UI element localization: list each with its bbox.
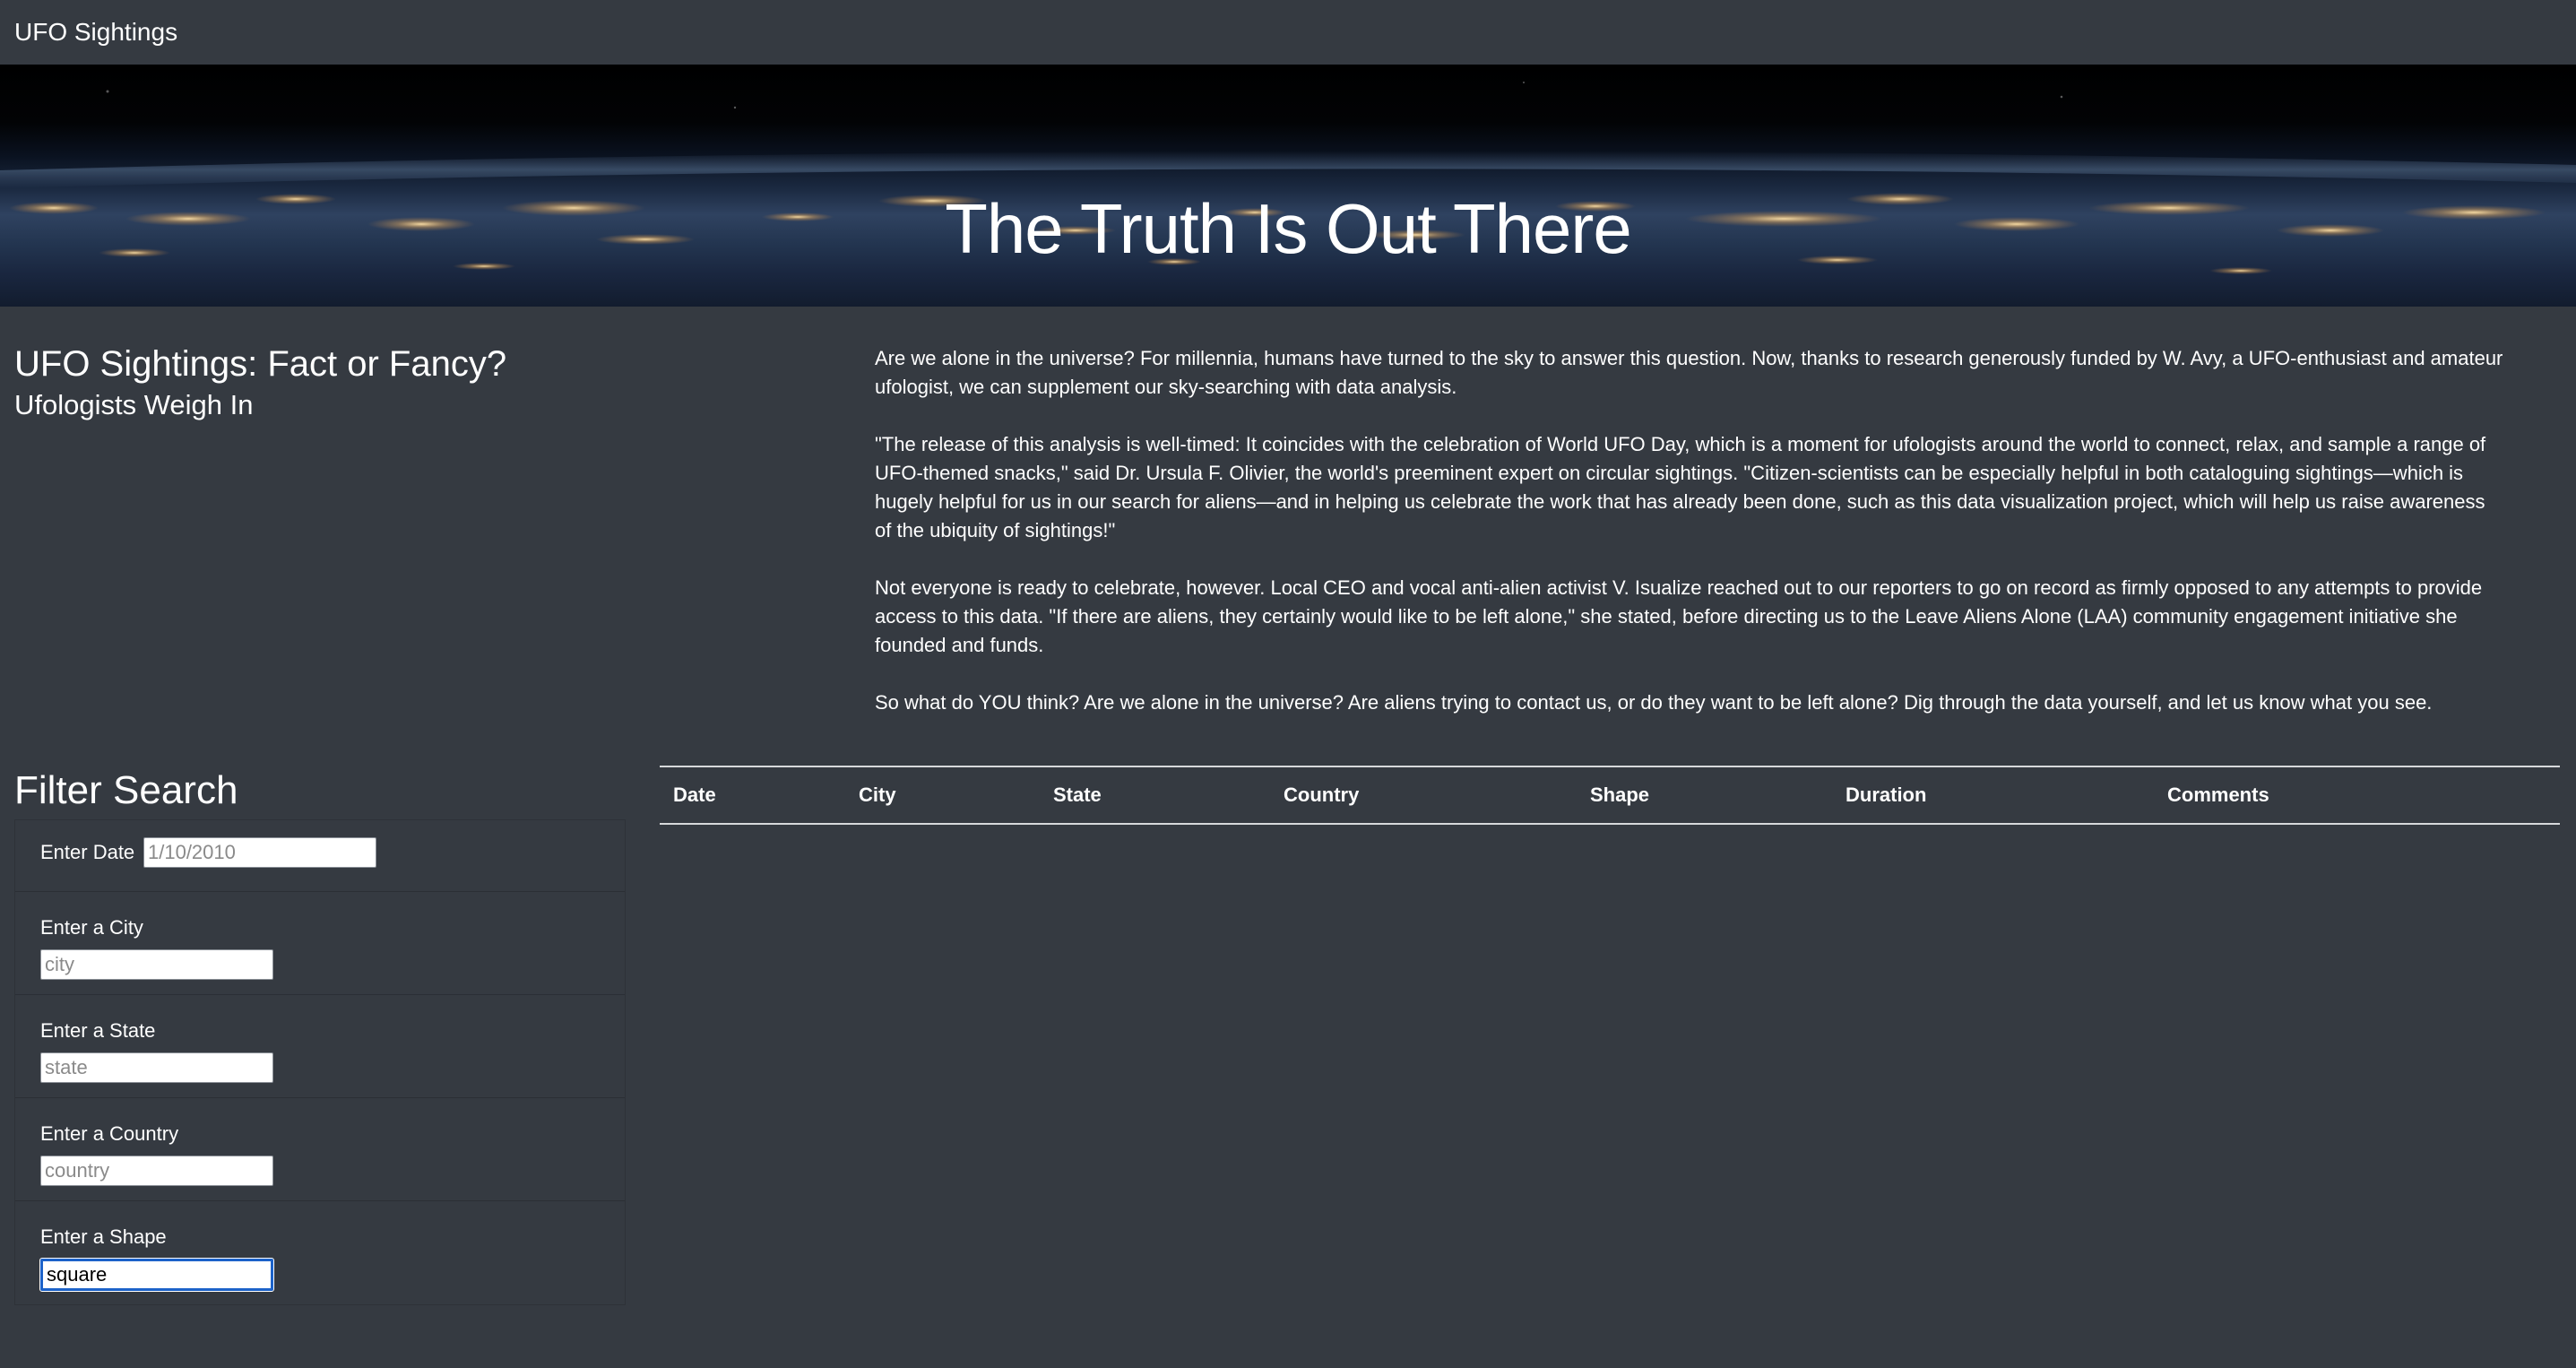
date-input[interactable] (143, 837, 376, 868)
column-header-state: State (1040, 766, 1270, 825)
brand-link[interactable]: UFO Sightings (14, 16, 177, 48)
column-header-date: Date (660, 766, 845, 825)
navbar: UFO Sightings (0, 0, 2576, 65)
column-header-comments: Comments (2154, 766, 2560, 825)
filter-item-state: Enter a State (15, 995, 625, 1098)
article-title: UFO Sightings: Fact or Fancy? (14, 344, 507, 384)
article-paragraph: So what do YOU think? Are we alone in th… (875, 691, 2433, 714)
results-table: Date City State Country Shape Duration C… (660, 766, 2560, 825)
table-header-row: Date City State Country Shape Duration C… (660, 766, 2560, 825)
filter-search-title: Filter Search (14, 768, 238, 812)
column-header-duration: Duration (1832, 766, 2154, 825)
shape-input[interactable] (39, 1258, 274, 1292)
city-label: Enter a City (40, 916, 143, 939)
article-subtitle: Ufologists Weigh In (14, 389, 254, 420)
hero-title: The Truth Is Out There (945, 189, 1632, 269)
shape-label: Enter a Shape (40, 1225, 167, 1248)
article-paragraph: Are we alone in the universe? For millen… (875, 347, 2503, 398)
article-header: UFO Sightings: Fact or Fancy? Ufologists… (14, 341, 506, 423)
column-header-shape: Shape (1577, 766, 1832, 825)
filter-item-country: Enter a Country (15, 1098, 625, 1201)
state-label: Enter a State (40, 1019, 156, 1042)
column-header-city: City (845, 766, 1040, 825)
filter-item-date: Enter Date (15, 820, 625, 892)
country-label: Enter a Country (40, 1122, 179, 1145)
country-input[interactable] (40, 1156, 273, 1186)
filter-item-city: Enter a City (15, 892, 625, 995)
filter-item-shape: Enter a Shape (15, 1201, 625, 1304)
article-paragraph: Not everyone is ready to celebrate, howe… (875, 576, 2483, 656)
filter-list: Enter Date Enter a City Enter a State En… (14, 819, 626, 1305)
article-body: Are we alone in the universe? For millen… (875, 344, 2506, 746)
column-header-country: Country (1270, 766, 1577, 825)
city-input[interactable] (40, 949, 273, 980)
state-input[interactable] (40, 1052, 273, 1083)
date-label: Enter Date (40, 841, 135, 863)
article-paragraph: "The release of this analysis is well-ti… (875, 433, 2486, 541)
hero-banner: The Truth Is Out There (0, 65, 2576, 307)
earth-night-image (0, 82, 2576, 274)
